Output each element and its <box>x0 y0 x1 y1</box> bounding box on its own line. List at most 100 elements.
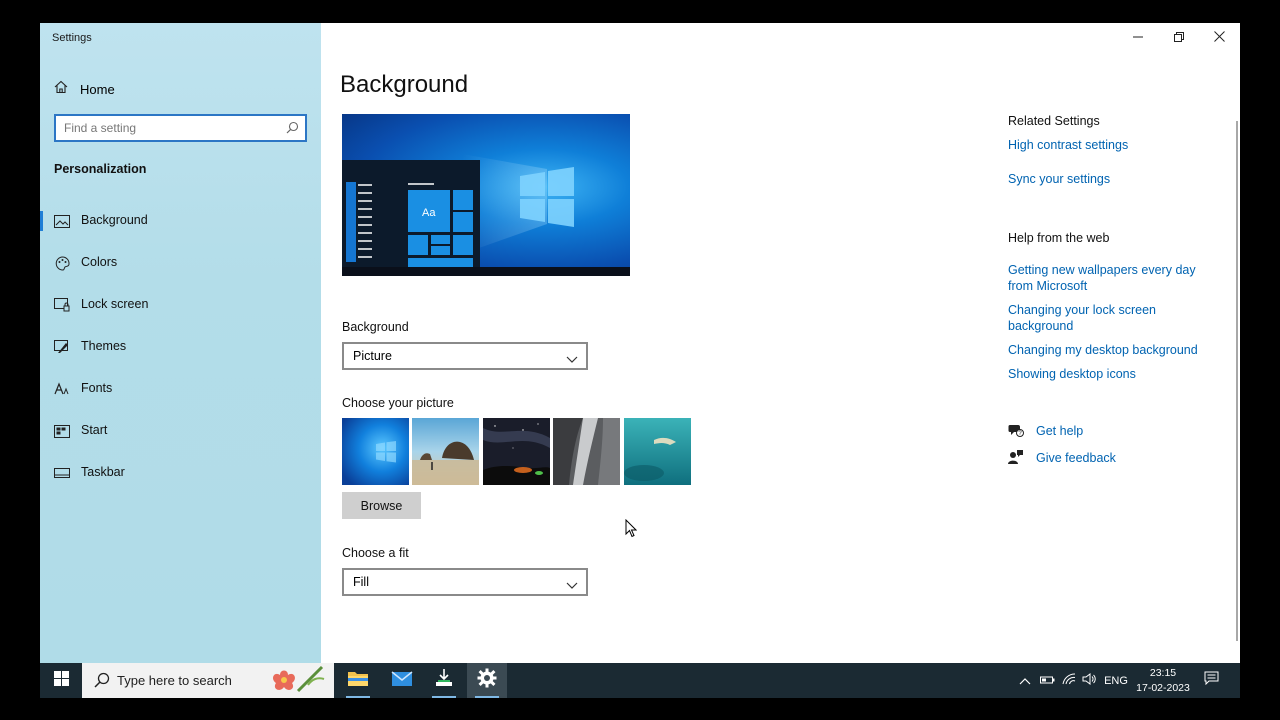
sidebar-item-fonts[interactable]: Fonts <box>40 374 321 404</box>
section-title: Personalization <box>54 162 147 176</box>
action-center-button[interactable] <box>1200 663 1222 698</box>
fonts-icon <box>54 381 70 397</box>
fit-dropdown[interactable]: Fill <box>342 568 588 596</box>
picture-thumbnail-beach[interactable] <box>412 418 479 485</box>
home-label: Home <box>80 81 115 97</box>
speaker-icon <box>1082 672 1096 690</box>
picture-thumbnail-rock[interactable] <box>553 418 620 485</box>
get-help-link[interactable]: ? Get help <box>1008 422 1083 443</box>
start-icon <box>54 423 70 439</box>
windows-logo-icon <box>53 670 69 691</box>
search-highlight-icon <box>268 665 328 698</box>
sidebar-item-start[interactable]: Start <box>40 416 321 446</box>
related-settings-heading: Related Settings <box>1008 114 1100 128</box>
chevron-down-icon <box>566 577 578 595</box>
sidebar-item-label: Colors <box>81 255 118 269</box>
home-icon <box>54 80 68 99</box>
language-indicator[interactable]: ENG <box>1102 663 1130 698</box>
taskbar-mail[interactable] <box>382 663 422 698</box>
sidebar-item-background[interactable]: Background <box>40 206 321 236</box>
sidebar-item-label: Background <box>81 213 148 227</box>
lock-screen-icon <box>54 297 70 313</box>
picture-thumbnail-night-sky[interactable] <box>483 418 550 485</box>
settings-window: Settings Home Personalization Background <box>40 23 1240 698</box>
search-icon <box>94 672 110 693</box>
chevron-up-icon <box>1019 672 1031 690</box>
sidebar-item-themes[interactable]: Themes <box>40 332 321 362</box>
mouse-cursor <box>625 518 638 543</box>
sidebar-item-lock-screen[interactable]: Lock screen <box>40 290 321 320</box>
close-icon <box>1213 29 1225 47</box>
wallpapers-help-link[interactable]: Getting new wallpapers every day from Mi… <box>1008 262 1208 294</box>
folder-icon <box>347 669 369 692</box>
language-label: ENG <box>1104 674 1128 687</box>
give-feedback-link[interactable]: Give feedback <box>1008 449 1116 470</box>
palette-icon <box>54 255 70 271</box>
feedback-icon <box>1008 449 1024 470</box>
search-input[interactable] <box>64 119 274 137</box>
restore-button[interactable] <box>1165 28 1193 48</box>
help-heading: Help from the web <box>1008 231 1110 245</box>
clock-date: 17-02-2023 <box>1136 682 1190 694</box>
taskbar-search-text: Type here to search <box>117 673 232 688</box>
preview-window: Aa <box>342 160 480 270</box>
sidebar-item-label: Fonts <box>81 381 113 395</box>
preview-start-menu: Aa <box>346 182 473 268</box>
taskbar-file-explorer[interactable] <box>338 663 378 698</box>
notification-icon <box>1204 671 1219 690</box>
sidebar-item-colors[interactable]: Colors <box>40 248 321 278</box>
battery-tray-button[interactable] <box>1038 663 1056 698</box>
sidebar-item-taskbar[interactable]: Taskbar <box>40 458 321 488</box>
mail-icon <box>391 669 413 692</box>
download-icon <box>433 668 455 693</box>
home-nav-item[interactable]: Home <box>54 79 115 99</box>
get-help-icon: ? <box>1008 422 1024 443</box>
clock-time: 23:15 <box>1149 667 1177 679</box>
fit-label: Choose a fit <box>342 546 409 560</box>
sync-settings-link[interactable]: Sync your settings <box>1008 171 1110 187</box>
volume-tray-button[interactable] <box>1080 663 1098 698</box>
desktop-icons-help-link[interactable]: Showing desktop icons <box>1008 366 1136 382</box>
start-button[interactable] <box>40 663 82 698</box>
get-help-label: Get help <box>1036 424 1084 438</box>
background-label: Background <box>342 320 409 334</box>
minimize-button[interactable] <box>1124 28 1152 48</box>
picture-thumbnail-windows[interactable] <box>342 418 409 485</box>
preview-sample-text: Aa <box>422 207 436 219</box>
chevron-down-icon <box>566 351 578 369</box>
sidebar: Settings Home Personalization Background <box>40 23 321 663</box>
sidebar-item-label: Lock screen <box>81 297 149 311</box>
picture-icon <box>54 213 70 229</box>
show-hidden-icons-button[interactable] <box>1017 663 1033 698</box>
close-button[interactable] <box>1205 28 1233 48</box>
picture-thumbnail-underwater[interactable] <box>624 418 691 485</box>
browse-button[interactable]: Browse <box>342 492 421 519</box>
sidebar-item-label: Start <box>81 423 108 437</box>
give-feedback-label: Give feedback <box>1036 451 1116 465</box>
taskbar-icon <box>54 465 70 481</box>
taskbar-clock[interactable]: 23:15 17-02-2023 <box>1134 666 1192 696</box>
restore-icon <box>1174 29 1184 47</box>
minimize-icon <box>1133 29 1143 47</box>
gear-icon <box>477 668 497 693</box>
preview-taskbar <box>342 267 630 276</box>
search-icon[interactable] <box>286 121 299 139</box>
taskbar: Type here to search ENG 23:15 17-02-2023 <box>40 663 1240 698</box>
sidebar-item-label: Taskbar <box>81 465 125 479</box>
taskbar-settings[interactable] <box>467 663 507 698</box>
network-tray-button[interactable] <box>1060 663 1078 698</box>
app-title: Settings <box>52 32 92 44</box>
page-title: Background <box>340 71 469 98</box>
fit-dropdown-value: Fill <box>353 575 369 589</box>
high-contrast-link[interactable]: High contrast settings <box>1008 137 1128 153</box>
choose-picture-label: Choose your picture <box>342 396 454 410</box>
desktop-background-help-link[interactable]: Changing my desktop background <box>1008 342 1198 358</box>
taskbar-download-app[interactable] <box>424 663 464 698</box>
themes-icon <box>54 339 70 355</box>
background-dropdown[interactable]: Picture <box>342 342 588 370</box>
scrollbar[interactable] <box>1236 121 1238 641</box>
lock-screen-help-link[interactable]: Changing your lock screen background <box>1008 302 1168 334</box>
desktop-preview: Aa <box>342 114 630 276</box>
taskbar-search-box[interactable]: Type here to search <box>82 663 334 698</box>
search-box[interactable] <box>54 114 307 142</box>
